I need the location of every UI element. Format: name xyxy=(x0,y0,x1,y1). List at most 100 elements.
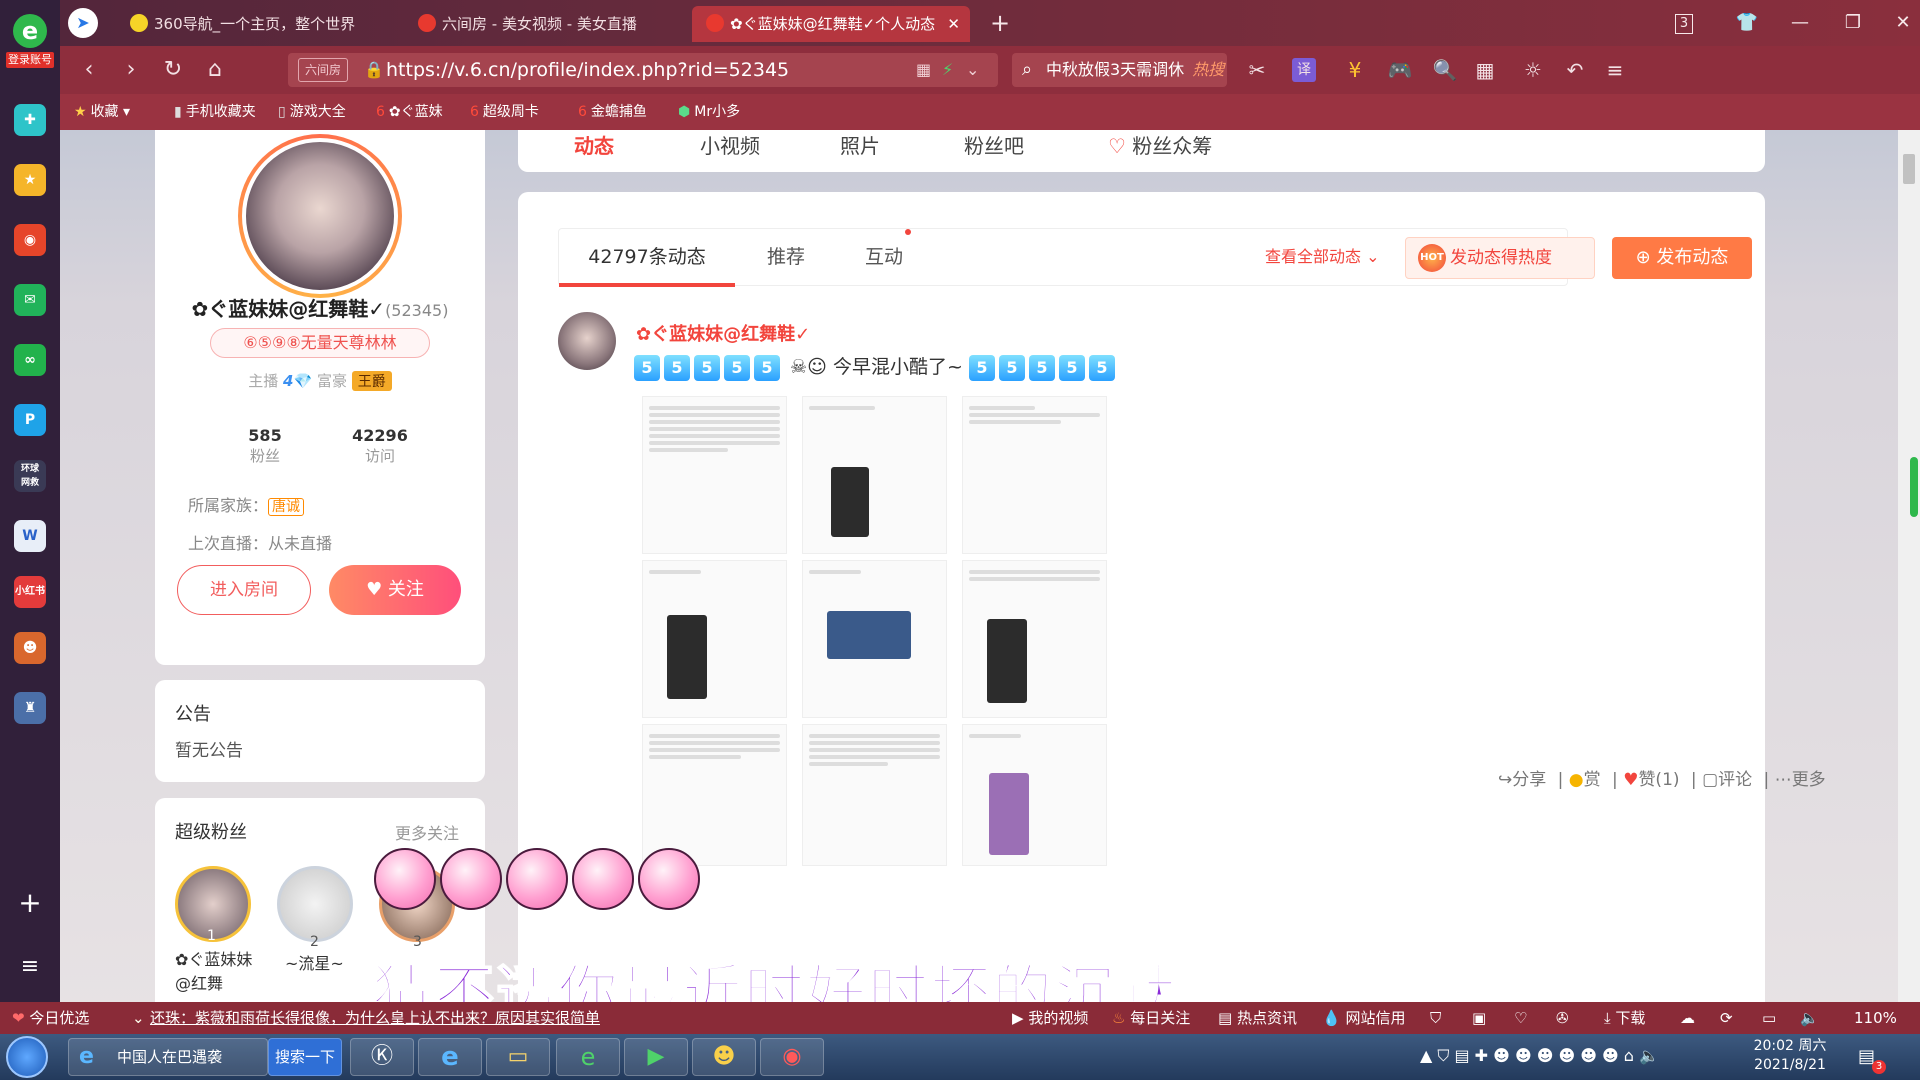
news-headline[interactable]: 还珠：紫薇和雨荷长得很像，为什么皇上认不出来？原因其实很简单 xyxy=(150,1002,600,1034)
qr-icon[interactable]: ▦ xyxy=(916,53,931,87)
main-menu-icon[interactable]: ≡ xyxy=(1600,56,1630,84)
chat-app-icon[interactable]: ☻ xyxy=(692,1038,756,1076)
login-label[interactable]: 登录账号 xyxy=(6,52,54,68)
publish-post-button[interactable]: ⊕ 发布动态 xyxy=(1612,237,1752,279)
my-video[interactable]: ▶ 我的视频 xyxy=(1012,1002,1088,1034)
bookmark-fishing[interactable]: 6 金蟾捕鱼 xyxy=(578,94,658,130)
tab-interaction[interactable]: 互动 xyxy=(837,229,939,285)
post-image[interactable] xyxy=(802,560,947,718)
cut-icon[interactable]: ✂ xyxy=(1242,56,1272,84)
share-action[interactable]: ↪分享 xyxy=(1498,770,1546,790)
url-field[interactable]: 六间房 🔒 https://v.6.cn/profile/index.php?r… xyxy=(288,53,998,87)
tab-profile-active[interactable]: ✿ぐ蓝妹妹@红舞鞋✓个人动态 ✕ xyxy=(692,6,970,42)
daily-follow[interactable]: ♨ 每日关注 xyxy=(1112,1002,1190,1034)
colorful-app-icon[interactable]: ◉ xyxy=(760,1038,824,1076)
ie-taskbar-icon[interactable]: e xyxy=(418,1038,482,1076)
today-picks[interactable]: ❤ 今日优选 xyxy=(12,1002,89,1034)
taskbar-clock[interactable]: 20:02 周六 2021/8/21 xyxy=(1750,1037,1830,1075)
tab-recommended[interactable]: 推荐 xyxy=(735,229,837,285)
brightness-icon[interactable]: ☼ xyxy=(1518,56,1548,84)
reward-action[interactable]: ●赏 xyxy=(1569,770,1601,790)
menu-icon[interactable]: ≡ xyxy=(14,952,46,984)
media-player-icon[interactable]: ▶ xyxy=(624,1038,688,1076)
apps-icon[interactable]: ✚ xyxy=(14,104,46,136)
link-icon[interactable]: ∞ xyxy=(14,344,46,376)
volume-icon[interactable]: 🔈 xyxy=(1800,1002,1819,1034)
undo-icon[interactable]: ↶ xyxy=(1560,56,1590,84)
speedup-icon[interactable]: ✇ xyxy=(1556,1002,1569,1034)
k-app-icon[interactable]: Ⓚ xyxy=(350,1038,414,1076)
taskbar-ie-search[interactable]: e 中国人在巴遇袭 xyxy=(68,1038,268,1076)
chevron-down-icon[interactable]: ⌄ xyxy=(132,1002,145,1034)
translate-icon[interactable]: 译 xyxy=(1292,58,1316,82)
post-image[interactable] xyxy=(802,396,947,554)
superfan-1-name[interactable]: ✿ぐ蓝妹妹@红舞 xyxy=(175,948,255,996)
cloud-icon[interactable]: ☁ xyxy=(1680,1002,1695,1034)
bookmark-mrxiaoduo[interactable]: ⬢ Mr小多 xyxy=(678,94,740,130)
tab-all-dynamics[interactable]: 42797条动态 xyxy=(559,229,735,287)
xiaohongshu-icon[interactable]: 小红书 xyxy=(14,576,46,608)
post-image[interactable] xyxy=(962,396,1107,554)
health-icon[interactable]: ♡ xyxy=(1514,1002,1527,1034)
post-image[interactable] xyxy=(802,724,947,866)
tab-short-videos[interactable]: 小视频 xyxy=(700,130,760,159)
360-browser-icon[interactable]: e xyxy=(556,1038,620,1076)
family-badge[interactable]: 唐诚 xyxy=(268,498,305,516)
back-icon[interactable]: ‹ xyxy=(74,56,104,84)
speed-icon[interactable]: ⚡ xyxy=(942,53,953,87)
refresh-icon[interactable]: ↻ xyxy=(158,56,188,84)
p-app-icon[interactable]: P xyxy=(14,404,46,436)
coupon-icon[interactable]: ¥ xyxy=(1340,56,1370,84)
shield-icon[interactable]: ⛉ xyxy=(1430,1002,1441,1034)
post-image[interactable] xyxy=(962,724,1107,866)
word-icon[interactable]: W xyxy=(14,520,46,552)
post-image[interactable] xyxy=(642,396,787,554)
post-image[interactable] xyxy=(962,560,1107,718)
site-credit[interactable]: 💧 网站信用 xyxy=(1322,1002,1405,1034)
start-button[interactable] xyxy=(6,1036,48,1078)
tray-icons[interactable]: ▲ ⛉ ▤ ✚ ☻ ☻ ☻ ☻ ☻ ☻ ⌂ 🔈 xyxy=(1420,1046,1659,1066)
global-rescue-icon[interactable]: 环球 网救 xyxy=(14,460,46,492)
more-action[interactable]: ⋯更多 xyxy=(1775,770,1826,790)
fans-stat[interactable]: 585 粉丝 xyxy=(210,426,320,466)
explorer-icon[interactable]: ▭ xyxy=(486,1038,550,1076)
tab-count-badge[interactable]: 3 xyxy=(1675,14,1693,34)
download[interactable]: ⤓ 下载 xyxy=(1604,1002,1645,1034)
magnifier-icon[interactable]: 🔍 xyxy=(1430,56,1460,84)
game-2-icon[interactable]: ♜ xyxy=(14,692,46,724)
zoom-level[interactable]: 110% xyxy=(1854,1002,1897,1034)
tab-fan-crowdfunding[interactable]: ♡ 粉丝众筹 xyxy=(1108,130,1212,159)
tab-photos[interactable]: 照片 xyxy=(840,130,880,159)
login-logo[interactable]: e 登录账号 xyxy=(6,14,54,74)
post-image[interactable] xyxy=(642,724,787,866)
window-icon[interactable]: ▭ xyxy=(1762,1002,1776,1034)
scroll-thumb[interactable] xyxy=(1903,154,1915,184)
restore-icon[interactable]: ❐ xyxy=(1838,10,1868,36)
tab-360-nav[interactable]: 360导航_一个主页，整个世界 xyxy=(116,6,436,42)
profile-avatar[interactable] xyxy=(238,134,402,298)
bookmark-weekly[interactable]: 6 超级周卡 xyxy=(470,94,550,130)
more-follows-link[interactable]: 更多关注 xyxy=(395,820,459,844)
floating-widget[interactable] xyxy=(1910,457,1918,517)
comment-action[interactable]: ▢评论 xyxy=(1702,770,1752,790)
url-text[interactable]: https://v.6.cn/profile/index.php?rid=523… xyxy=(386,53,789,87)
weibo-icon[interactable]: ◉ xyxy=(14,224,46,256)
bookmark-mobile[interactable]: ▮ 手机收藏夹 xyxy=(174,94,256,130)
minimize-icon[interactable]: — xyxy=(1785,10,1815,36)
dropdown-chevron-icon[interactable]: ⌄ xyxy=(966,53,979,87)
bookmark-favorites[interactable]: ★ 收藏 ▾ xyxy=(74,94,130,130)
mail-icon[interactable]: ✉ xyxy=(14,284,46,316)
search-input[interactable]: ⌕ 中秋放假3天需调休 热搜 xyxy=(1012,53,1227,87)
post-author-avatar[interactable] xyxy=(558,312,616,370)
hot-news[interactable]: ▤ 热点资讯 xyxy=(1218,1002,1297,1034)
like-action[interactable]: ♥赞(1) xyxy=(1623,770,1679,790)
skin-icon[interactable]: 👕 xyxy=(1732,10,1762,36)
enter-room-button[interactable]: 进入房间 xyxy=(177,565,311,615)
view-all-dropdown[interactable]: 查看全部动态 ⌄ xyxy=(1265,229,1380,285)
bookmark-profile[interactable]: 6 ✿ぐ蓝妹 xyxy=(376,94,456,130)
tab-dynamics[interactable]: 动态 xyxy=(574,130,614,159)
post-image[interactable] xyxy=(642,560,787,718)
add-icon[interactable]: + xyxy=(14,888,46,920)
bookmark-games[interactable]: ▯ 游戏大全 xyxy=(278,94,346,130)
close-tab-icon[interactable]: ✕ xyxy=(947,6,960,42)
